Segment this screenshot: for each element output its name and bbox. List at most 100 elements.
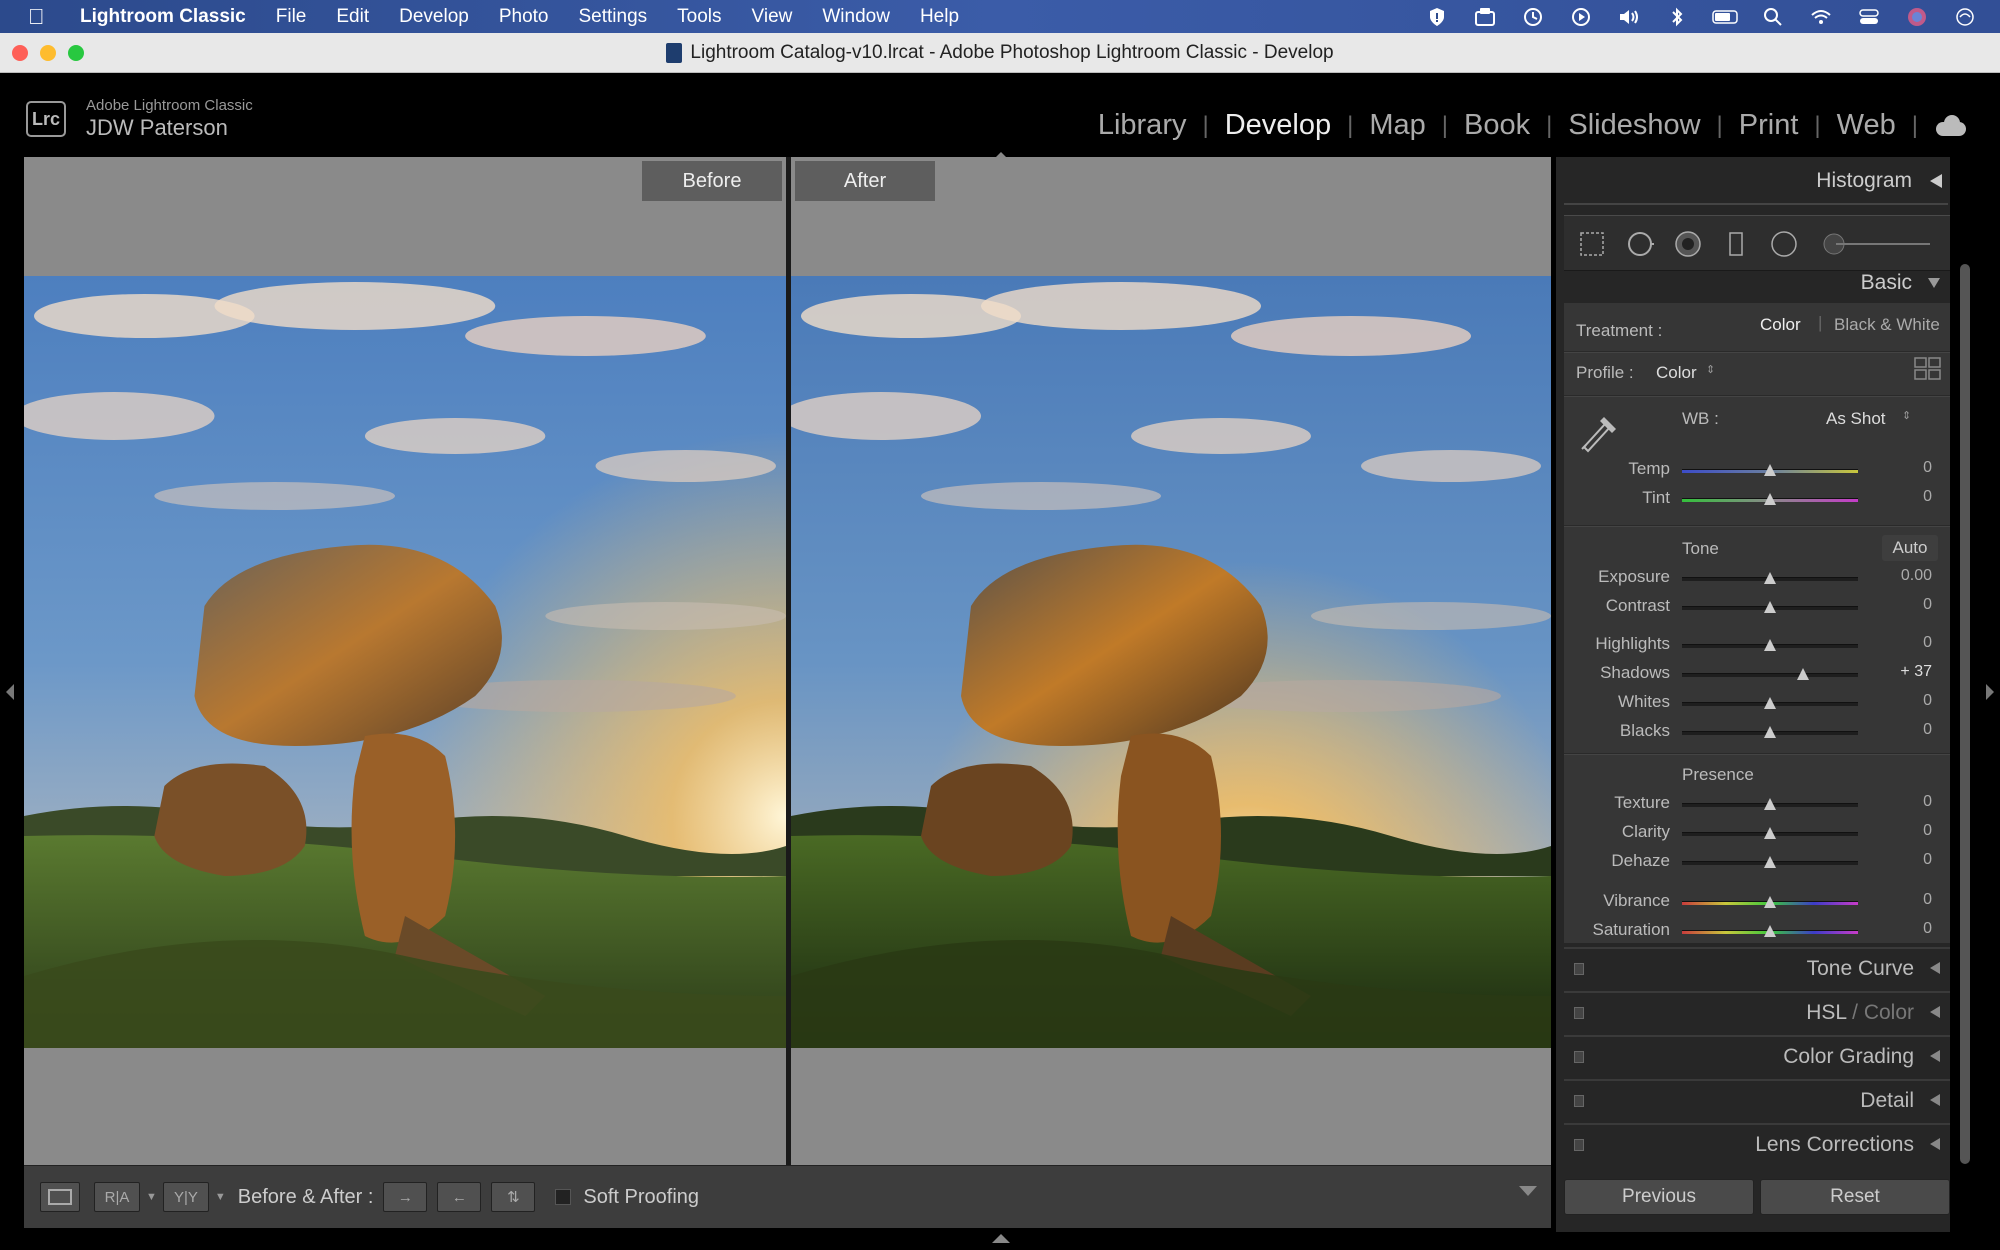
right-panel-toggle[interactable] bbox=[1986, 684, 1994, 700]
archive-icon[interactable] bbox=[1472, 6, 1498, 28]
basic-header[interactable]: Basic bbox=[1562, 263, 1952, 303]
after-photo[interactable] bbox=[791, 276, 1551, 1048]
hsl-label[interactable]: HSL bbox=[1806, 1001, 1846, 1024]
copy-after-to-before-button[interactable]: ← bbox=[437, 1182, 482, 1212]
tint-slider-thumb[interactable] bbox=[1764, 493, 1776, 505]
menu-file[interactable]: File bbox=[276, 6, 307, 28]
shadows-value[interactable]: + 37 bbox=[1872, 663, 1932, 681]
whites-slider[interactable] bbox=[1682, 697, 1858, 709]
dehaze-value[interactable]: 0 bbox=[1872, 851, 1932, 869]
texture-slider[interactable] bbox=[1682, 798, 1858, 810]
module-library[interactable]: Library bbox=[1082, 109, 1203, 142]
siri-icon[interactable] bbox=[1952, 6, 1978, 28]
vibrance-slider-thumb[interactable] bbox=[1764, 896, 1776, 908]
control-center-icon[interactable] bbox=[1856, 6, 1882, 28]
shield-icon[interactable] bbox=[1424, 6, 1450, 28]
histogram-header[interactable]: Histogram bbox=[1562, 161, 1952, 201]
spot-removal-icon[interactable] bbox=[1626, 230, 1654, 258]
menu-edit[interactable]: Edit bbox=[336, 6, 369, 28]
color-grading-section[interactable]: Color Grading bbox=[1564, 1035, 1950, 1075]
wb-dropdown[interactable]: As Shot bbox=[1826, 409, 1886, 429]
tint-value[interactable]: 0 bbox=[1872, 488, 1932, 506]
volume-icon[interactable] bbox=[1616, 6, 1642, 28]
clarity-slider[interactable] bbox=[1682, 827, 1858, 839]
minimize-window-button[interactable] bbox=[40, 45, 56, 61]
before-after-lr-button[interactable]: R|A bbox=[94, 1182, 140, 1212]
section-toggle-switch[interactable] bbox=[1574, 1051, 1584, 1063]
bottom-panel-toggle[interactable] bbox=[992, 1234, 1010, 1243]
menu-app[interactable]: Lightroom Classic bbox=[80, 6, 246, 28]
whites-slider-thumb[interactable] bbox=[1764, 697, 1776, 709]
menu-view[interactable]: View bbox=[752, 6, 793, 28]
clarity-slider-thumb[interactable] bbox=[1764, 827, 1776, 839]
chevron-down-icon[interactable]: ▼ bbox=[215, 1191, 226, 1203]
texture-value[interactable]: 0 bbox=[1872, 793, 1932, 811]
menu-settings[interactable]: Settings bbox=[579, 6, 648, 28]
treatment-color-option[interactable]: Color bbox=[1760, 315, 1801, 335]
temp-slider-thumb[interactable] bbox=[1764, 464, 1776, 476]
before-photo[interactable] bbox=[24, 276, 786, 1048]
hsl-section[interactable]: HSL / Color bbox=[1564, 991, 1950, 1031]
whites-value[interactable]: 0 bbox=[1872, 692, 1932, 710]
image-area[interactable]: Before After bbox=[24, 157, 1551, 1165]
shadows-slider-thumb[interactable] bbox=[1796, 668, 1809, 680]
module-book[interactable]: Book bbox=[1448, 109, 1546, 142]
section-toggle-switch[interactable] bbox=[1574, 1095, 1584, 1107]
module-slideshow[interactable]: Slideshow bbox=[1552, 109, 1716, 142]
before-pane[interactable]: Before bbox=[24, 157, 786, 1165]
menu-develop[interactable]: Develop bbox=[399, 6, 469, 28]
section-toggle-switch[interactable] bbox=[1574, 1007, 1584, 1019]
play-icon[interactable] bbox=[1568, 6, 1594, 28]
red-eye-icon[interactable] bbox=[1674, 230, 1702, 258]
menu-tools[interactable]: Tools bbox=[677, 6, 721, 28]
wb-eyedropper-icon[interactable] bbox=[1576, 409, 1620, 458]
saturation-value[interactable]: 0 bbox=[1872, 920, 1932, 938]
close-window-button[interactable] bbox=[12, 45, 28, 61]
zoom-window-button[interactable] bbox=[68, 45, 84, 61]
saturation-slider-thumb[interactable] bbox=[1764, 925, 1776, 937]
lens-corrections-section[interactable]: Lens Corrections bbox=[1564, 1123, 1950, 1163]
after-pane[interactable]: After bbox=[791, 157, 1551, 1165]
reset-button[interactable]: Reset bbox=[1760, 1179, 1950, 1215]
toolbar-menu-icon[interactable] bbox=[1519, 1186, 1537, 1196]
left-panel-toggle[interactable] bbox=[6, 684, 14, 700]
apple-icon[interactable]:  bbox=[28, 4, 58, 30]
copy-before-to-after-button[interactable]: → bbox=[383, 1182, 428, 1212]
section-toggle-switch[interactable] bbox=[1574, 1139, 1584, 1151]
dehaze-slider-thumb[interactable] bbox=[1764, 856, 1776, 868]
treatment-bw-option[interactable]: Black & White bbox=[1834, 315, 1940, 335]
detail-section[interactable]: Detail bbox=[1564, 1079, 1950, 1119]
exposure-slider[interactable] bbox=[1682, 572, 1858, 584]
blacks-slider[interactable] bbox=[1682, 726, 1858, 738]
highlights-slider[interactable] bbox=[1682, 639, 1858, 651]
swap-before-after-button[interactable]: ⇅ bbox=[491, 1182, 536, 1212]
shadows-slider[interactable] bbox=[1682, 668, 1858, 680]
adjustment-brush-slider[interactable] bbox=[1822, 230, 1932, 258]
menu-window[interactable]: Window bbox=[822, 6, 890, 28]
contrast-slider[interactable] bbox=[1682, 601, 1858, 613]
graduated-filter-icon[interactable] bbox=[1722, 230, 1750, 258]
temp-value[interactable]: 0 bbox=[1872, 459, 1932, 477]
panel-scrollbar[interactable] bbox=[1960, 264, 1970, 1164]
highlights-slider-thumb[interactable] bbox=[1764, 639, 1776, 651]
texture-slider-thumb[interactable] bbox=[1764, 798, 1776, 810]
soft-proofing-checkbox[interactable] bbox=[555, 1189, 572, 1205]
blacks-value[interactable]: 0 bbox=[1872, 721, 1932, 739]
vibrance-value[interactable]: 0 bbox=[1872, 891, 1932, 909]
tone-curve-section[interactable]: Tone Curve bbox=[1564, 947, 1950, 987]
module-web[interactable]: Web bbox=[1821, 109, 1912, 142]
previous-button[interactable]: Previous bbox=[1564, 1179, 1754, 1215]
bluetooth-icon[interactable] bbox=[1664, 6, 1690, 28]
clarity-value[interactable]: 0 bbox=[1872, 822, 1932, 840]
module-develop[interactable]: Develop bbox=[1209, 109, 1347, 142]
menu-photo[interactable]: Photo bbox=[499, 6, 549, 28]
chevron-down-icon[interactable]: ▼ bbox=[146, 1191, 157, 1203]
before-after-split-button[interactable]: Y|Y bbox=[162, 1182, 209, 1212]
battery-icon[interactable] bbox=[1712, 6, 1738, 28]
color-label[interactable]: Color bbox=[1864, 1001, 1914, 1024]
tint-slider[interactable] bbox=[1682, 493, 1858, 505]
auto-tone-button[interactable]: Auto bbox=[1882, 535, 1938, 561]
wifi-icon[interactable] bbox=[1808, 6, 1834, 28]
highlights-value[interactable]: 0 bbox=[1872, 634, 1932, 652]
crop-icon[interactable] bbox=[1578, 230, 1606, 258]
